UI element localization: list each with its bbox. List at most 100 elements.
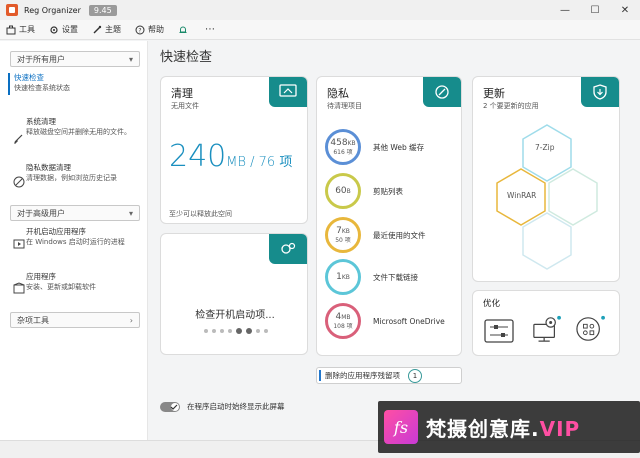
updates-title: 更新 [483,87,505,100]
menu-help-label: 帮助 [148,25,164,34]
web-cache-ring: 458KB 616 项 [325,129,361,165]
check-icon [170,404,178,410]
sidebar-item-desc: 安装、更新或卸载软件 [26,283,96,291]
maximize-button[interactable]: ☐ [580,0,610,20]
svg-text:?: ? [138,27,141,34]
leftovers-count: 1 [408,368,422,383]
sidebar-item-applications[interactable]: 应用程序 安装、更新或卸载软件 [26,272,144,292]
leftovers-accent [319,370,321,381]
group-advanced[interactable]: 对于高级用户 ▾ [10,205,140,221]
sidebar-item-system-clean[interactable]: 系统清理 释放磁盘空间并删除无用的文件。 [26,117,144,137]
ring-sub: 50 项 [335,236,351,244]
hex-empty-bottom [522,212,572,270]
sidebar-item-privacy-clean[interactable]: 隐私数据清理 清理数据，例如浏览历史记录 [26,163,144,183]
startup-card[interactable]: 检查开机启动项... [160,233,308,355]
ring-sub: 108 项 [333,322,353,330]
privacy-brush-icon [435,85,449,99]
menu-settings[interactable]: 设置 [49,24,78,35]
sidebar: 对于所有用户 ▾ 快速检查 快速检查系统状态 系统清理 释放磁盘空间并删除无用的… [0,41,148,458]
menu-tools[interactable]: 工具 [6,24,35,35]
clean-corner [269,77,307,107]
close-button[interactable]: ✕ [610,0,640,20]
app-logo-icon [6,4,18,16]
recent-files-ring: 7KB 50 项 [325,217,361,253]
ring-unit: KB [341,227,350,235]
privacy-subtitle: 待清理项目 [327,102,362,110]
bell-icon [179,26,187,33]
privacy-title: 隐私 [327,87,349,100]
ring-value: 458 [330,137,348,148]
more-menu-button[interactable]: ⋯ [205,24,215,35]
version-badge: 9.45 [88,4,117,16]
menu-theme-label: 主题 [105,25,121,34]
sidebar-item-title: 快速检查 [14,73,44,82]
clean-card[interactable]: 清理 无用文件 240MB / 76 项 至少可以释放此空间 [160,76,308,224]
clipboard-ring: 60B [325,173,361,209]
menu-help[interactable]: ? 帮助 [135,24,164,35]
sidebar-item-title: 系统清理 [26,117,56,126]
toolbox-icon [6,25,16,34]
privacy-row-web-cache[interactable]: 458KB 616 项 其他 Web 缓存 [325,129,424,165]
leftovers-label: 删除的应用程序残留项 [325,371,400,380]
privacy-row-clipboard[interactable]: 60B 剪贴列表 [325,173,403,209]
clean-screen-icon [279,84,297,97]
group-advanced-label: 对于高级用户 [17,208,65,218]
updates-card[interactable]: 更新 2 个要更新的应用 7-Zip WinRAR [472,76,620,282]
sidebar-item-title: 开机启动应用程序 [26,227,86,236]
privacy-row-download-links[interactable]: 1KB 文件下载链接 [325,259,418,295]
privacy-row-recent-files[interactable]: 7KB 50 项 最近使用的文件 [325,217,426,253]
privacy-row-label: 文件下载链接 [373,272,418,282]
sidebar-item-startup[interactable]: 开机启动应用程序 在 Windows 启动时运行的进程 [26,227,144,247]
privacy-eye-icon [13,176,25,188]
ring-unit: KB [341,273,350,281]
privacy-row-onedrive[interactable]: 4MB 108 项 Microsoft OneDrive [325,303,445,339]
window-controls: — ☐ ✕ [550,0,640,20]
startup-label: 检查开机启动项... [195,310,275,321]
updates-subtitle: 2 个要更新的应用 [483,102,539,110]
group-misc-label: 杂项工具 [17,315,49,325]
watermark-text: 梵摄创意库.VIP [426,413,580,442]
app-title: Reg Organizer [24,5,81,15]
sidebar-item-title: 隐私数据清理 [26,163,71,172]
ring-unit: KB [347,139,356,147]
startup-icon [13,239,25,249]
app-winrar-label[interactable]: WinRAR [507,191,536,200]
menu-tools-label: 工具 [19,25,35,34]
sidebar-item-desc: 在 Windows 启动时运行的进程 [26,238,125,246]
privacy-card[interactable]: 隐私 待清理项目 458KB 616 项 其他 Web 缓存 60B 剪贴列表 … [316,76,462,356]
apps-box-icon [13,282,25,294]
watermark-overlay: fs 梵摄创意库.VIP [378,401,640,453]
ring-unit: B [346,187,351,195]
chevron-right-icon: › [129,315,133,325]
onedrive-ring: 4MB 108 项 [325,303,361,339]
menu-bar: 工具 设置 主题 ? 帮助 ⋯ [0,20,640,40]
active-indicator [8,73,10,95]
chevron-down-icon: ▾ [128,54,133,64]
sidebar-item-desc: 快速检查系统状态 [14,84,70,92]
clean-footer: 至少可以释放此空间 [169,210,232,218]
loading-dots [161,326,307,335]
clean-title: 清理 [171,87,193,100]
leftovers-button[interactable]: 删除的应用程序残留项 1 [316,367,462,384]
group-all-users[interactable]: 对于所有用户 ▾ [10,51,140,67]
menu-theme[interactable]: 主题 [92,24,121,35]
notification-button[interactable] [178,25,191,35]
download-links-ring: 1KB [325,259,361,295]
chevron-down-icon: ▾ [128,208,133,218]
broom-icon [14,134,23,144]
group-all-users-label: 对于所有用户 [17,54,65,64]
optimize-sliders-icon[interactable] [483,317,517,345]
watermark-main-text: 梵摄创意库. [426,416,540,441]
startup-gears-icon [281,242,296,254]
hex-empty-right [548,168,598,226]
ring-value: 60 [335,185,347,196]
optimize-card[interactable]: 优化 [472,290,620,356]
group-misc-tools[interactable]: 杂项工具 › [10,312,140,328]
sidebar-item-quick-check[interactable]: 快速检查 快速检查系统状态 [8,73,142,95]
optimize-apps-grid-icon[interactable] [573,315,607,343]
optimize-monitor-gear-icon[interactable] [529,315,563,343]
updates-corner [581,77,619,107]
minimize-button[interactable]: — [550,0,580,20]
ring-unit: MB [341,313,351,321]
app-7zip-label[interactable]: 7-Zip [535,143,554,152]
